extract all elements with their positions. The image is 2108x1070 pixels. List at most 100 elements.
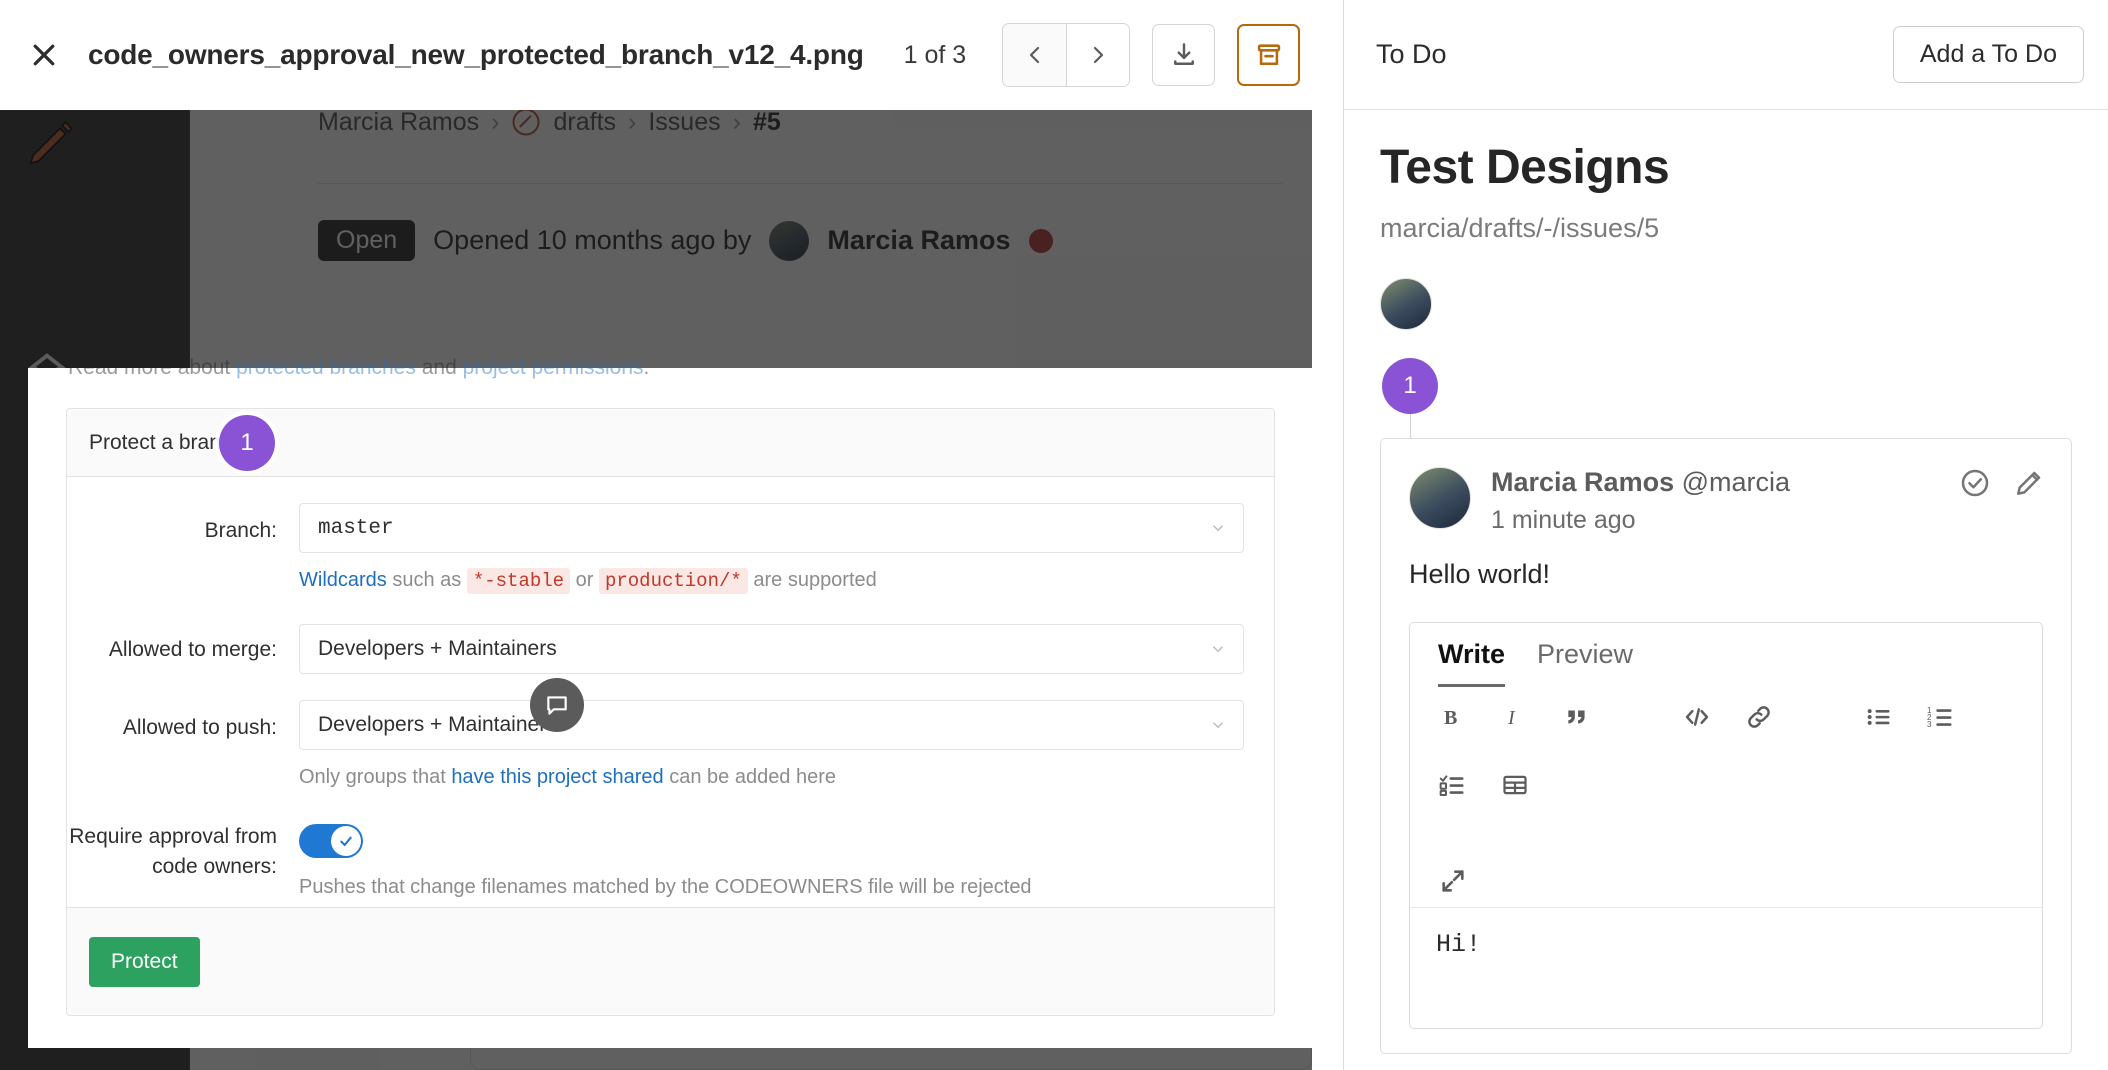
todo-label: To Do <box>1376 39 1447 70</box>
note-timestamp: 1 minute ago <box>1491 506 1790 535</box>
link-icon[interactable] <box>1742 697 1776 737</box>
issue-status-row: Open Opened 10 months ago by Marcia Ramo… <box>318 220 1053 261</box>
previous-design-button[interactable] <box>1003 24 1066 86</box>
tab-preview[interactable]: Preview <box>1537 639 1633 687</box>
design-image-viewer[interactable]: Marcia Ramos › drafts › Issues › #5 Open… <box>0 110 1312 1070</box>
design-sidebar: To Do Add a To Do Test Designs marcia/dr… <box>1343 0 2108 1070</box>
svg-text:3: 3 <box>1927 720 1932 729</box>
breadcrumb-sep: › <box>733 110 741 137</box>
table-icon[interactable] <box>1498 765 1532 805</box>
archive-icon[interactable] <box>1237 24 1300 86</box>
download-icon[interactable] <box>1152 24 1215 86</box>
design-nav-group <box>1002 23 1130 87</box>
form-row-allowed-to-push: Allowed to push: Developers + Maintainer… <box>67 700 1274 792</box>
close-icon[interactable] <box>22 33 66 77</box>
svg-text:B: B <box>1444 707 1457 729</box>
italic-icon[interactable]: I <box>1498 697 1532 737</box>
breadcrumb-sep: › <box>628 110 636 137</box>
pencil-icon <box>24 116 78 170</box>
code-owners-help: Pushes that change filenames matched by … <box>299 872 1244 902</box>
pencil-icon[interactable] <box>2013 467 2045 499</box>
code-owners-toggle[interactable] <box>299 824 363 858</box>
reply-editor: Write Preview B I <box>1409 622 2043 1029</box>
note-author-name: Marcia Ramos <box>1491 467 1674 497</box>
form-row-allowed-to-merge: Allowed to merge: Developers + Maintaine… <box>67 624 1274 674</box>
note-author-handle: @marcia <box>1682 467 1790 497</box>
intro-text: Read more about protected branches and p… <box>68 356 649 380</box>
fullscreen-icon[interactable] <box>1436 861 1470 901</box>
note-header: Marcia Ramos @marcia 1 minute ago <box>1409 467 2043 535</box>
status-badge: Open <box>318 220 415 261</box>
code-icon[interactable] <box>1680 697 1714 737</box>
allowed-to-merge-label: Allowed to merge: <box>67 624 299 664</box>
page-title: Test Designs <box>1380 140 2072 195</box>
reply-textarea[interactable]: Hi! <box>1410 908 2042 1028</box>
page-counter: 1 of 3 <box>904 41 967 70</box>
quote-icon[interactable] <box>1560 697 1594 737</box>
discussion-note: Marcia Ramos @marcia 1 minute ago Hello … <box>1380 438 2072 1054</box>
svg-text:I: I <box>1507 707 1516 729</box>
bullet-list-icon[interactable] <box>1862 697 1896 737</box>
breadcrumb-item-3: #5 <box>753 110 781 137</box>
avatar <box>769 221 809 261</box>
opened-text: Opened 10 months ago by <box>433 225 751 256</box>
form-row-branch: Branch: master Wildcards such as *-stabl… <box>67 503 1274 596</box>
breadcrumb-item-1: drafts <box>553 110 616 137</box>
allowed-to-merge-value: Developers + Maintainers <box>318 637 557 661</box>
check-circle-icon[interactable] <box>1959 467 1991 499</box>
project-shared-link[interactable]: have this project shared <box>451 766 663 788</box>
chevron-down-icon <box>1209 640 1227 658</box>
branch-value: master <box>318 517 394 540</box>
check-icon <box>331 826 361 856</box>
help-mid: such as <box>387 569 467 591</box>
avatar <box>1380 278 1432 330</box>
note-body: Hello world! <box>1409 559 2043 590</box>
breadcrumb-item-0: Marcia Ramos <box>318 110 479 137</box>
help-suffix: can be added here <box>664 766 836 788</box>
note-actions <box>1959 467 2045 499</box>
allowed-to-push-label: Allowed to push: <box>67 700 299 744</box>
wildcard-example-1: *-stable <box>467 568 570 594</box>
design-image: Read more about protected branches and p… <box>28 368 1312 1048</box>
comment-bubble-icon[interactable] <box>530 678 584 732</box>
branch-help: Wildcards such as *-stable or production… <box>299 565 1244 596</box>
chevron-down-icon <box>1209 519 1227 537</box>
project-permissions-link[interactable]: project permissions <box>463 356 644 379</box>
protect-button[interactable]: Protect <box>89 937 200 987</box>
issue-author: Marcia Ramos <box>827 225 1010 256</box>
numbered-list-icon[interactable]: 123 <box>1924 697 1958 737</box>
allowed-to-push-select[interactable]: Developers + Maintainers <box>299 700 1244 750</box>
file-title: code_owners_approval_new_protected_branc… <box>88 39 864 71</box>
note-author: Marcia Ramos @marcia <box>1491 467 1790 498</box>
design-pin-1[interactable]: 1 <box>1382 358 1438 414</box>
editor-toolbar: B I <box>1410 687 2042 908</box>
add-todo-button[interactable]: Add a To Do <box>1893 26 2084 83</box>
branch-select[interactable]: master <box>299 503 1244 553</box>
branch-label: Branch: <box>67 503 299 547</box>
task-list-icon[interactable] <box>1436 765 1470 805</box>
help-or: or <box>570 569 599 591</box>
chevron-down-icon <box>1209 716 1227 734</box>
help-suffix: are supported <box>748 569 877 591</box>
editor-tabs: Write Preview <box>1410 623 2042 687</box>
wildcards-link[interactable]: Wildcards <box>299 569 387 591</box>
allowed-to-merge-select[interactable]: Developers + Maintainers <box>299 624 1244 674</box>
thread-connector <box>1410 414 1411 438</box>
panel-footer: Protect <box>67 907 1274 1015</box>
design-pin-1[interactable]: 1 <box>219 415 275 471</box>
next-design-button[interactable] <box>1066 24 1129 86</box>
form-row-code-owners: Require approval from code owners: Pushe… <box>67 818 1274 902</box>
wildcard-example-2: production/* <box>599 568 748 594</box>
divider <box>318 183 1282 184</box>
sidebar-body: Test Designs marcia/drafts/-/issues/5 1 … <box>1344 110 2108 1054</box>
avatar <box>1409 467 1471 529</box>
status-emoji <box>1029 229 1053 253</box>
help-prefix: Only groups that <box>299 766 451 788</box>
bold-icon[interactable]: B <box>1436 697 1470 737</box>
sidebar-header: To Do Add a To Do <box>1344 0 2108 110</box>
tab-write[interactable]: Write <box>1438 639 1505 687</box>
intro-prefix: Read more about <box>68 356 236 379</box>
protected-branches-link[interactable]: protected branches <box>236 356 416 379</box>
breadcrumb: Marcia Ramos › drafts › Issues › #5 <box>318 110 781 137</box>
issue-path: marcia/drafts/-/issues/5 <box>1380 213 2072 244</box>
